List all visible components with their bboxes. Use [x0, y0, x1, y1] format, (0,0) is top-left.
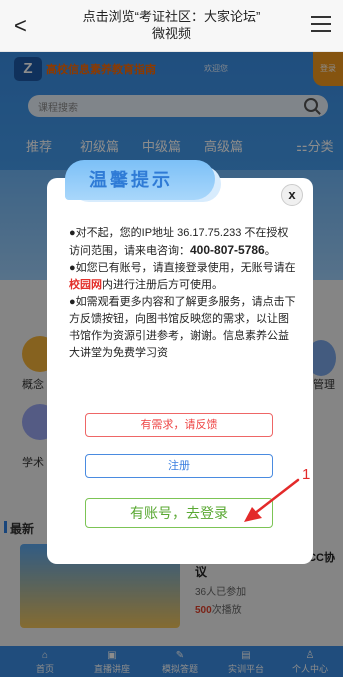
page-title-line2: 微视频 [151, 26, 191, 41]
page-title-line1: 点击浏览“考证社区：大家论坛” [82, 9, 261, 24]
message-1-suffix: 。 [264, 245, 276, 257]
top-navigation-bar: < 点击浏览“考证社区：大家论坛” 微视频 [0, 0, 343, 52]
dialog-message: ●对不起，您的IP地址 36.17.75.233 不在授权访问范围，请来电咨询：… [69, 225, 299, 397]
close-icon[interactable]: x [281, 184, 303, 206]
campus-net-link: 校园网 [69, 279, 102, 291]
dialog-title: 温馨提示 [89, 170, 173, 190]
contact-phone: 400-807-5786 [190, 243, 265, 257]
message-paragraph-1: ●对不起，您的IP地址 36.17.75.233 不在授权访问范围，请来电咨询：… [69, 225, 299, 260]
dialog-title-badge: 温馨提示 [65, 160, 225, 202]
menu-icon[interactable] [311, 16, 331, 34]
message-paragraph-3: ●如需观看更多内容和了解更多服务，请点击下方反馈按钮，向图书馆反映您的需求，以让… [69, 296, 296, 359]
message-2-text: ●如您已有账号，请直接登录使用，无账号请在 [69, 262, 296, 274]
feedback-button[interactable]: 有需求，请反馈 [85, 413, 273, 437]
page-title: 点击浏览“考证社区：大家论坛” 微视频 [60, 8, 283, 42]
annotation-arrow-icon [244, 478, 300, 522]
message-2-suffix: 内进行注册后方可使用。 [102, 279, 223, 291]
back-icon[interactable]: < [14, 12, 38, 40]
message-paragraph-2: ●如您已有账号，请直接登录使用，无账号请在校园网内进行注册后方可使用。 [69, 260, 299, 294]
